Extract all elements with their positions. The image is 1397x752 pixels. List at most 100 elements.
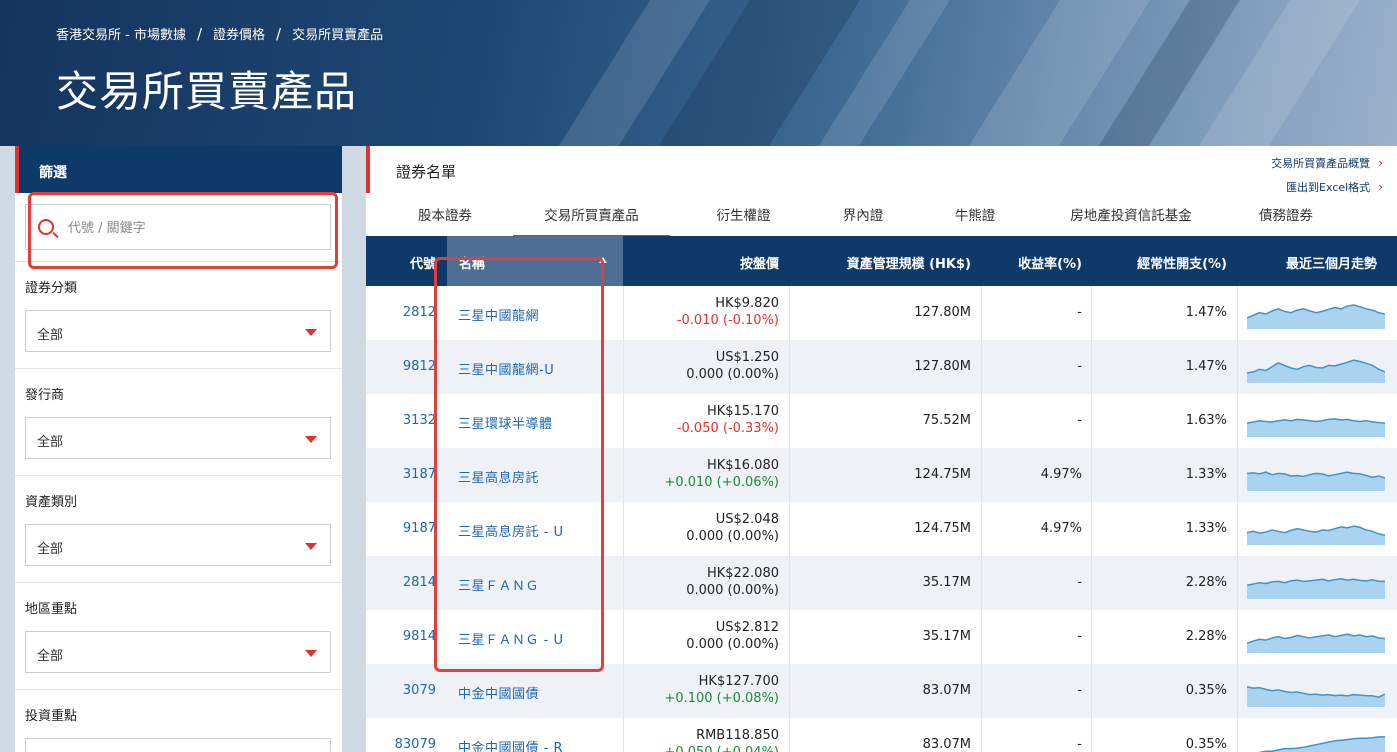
sort-asc-icon: [599, 257, 607, 263]
aum-value: 124.75M: [914, 467, 971, 482]
filter-label-investment-focus: 投資重點: [25, 709, 78, 724]
nominal-price: RMB118.850+0.050 (+0.04%): [664, 727, 779, 752]
tab-bar: 股本證券 交易所買賣產品 衍生權證 界內證 牛熊證 房地產投資信託基金 債務證券: [366, 202, 1397, 238]
column-divider: [789, 286, 790, 752]
security-name[interactable]: 中金中國國債 - R: [458, 737, 563, 752]
trend-sparkline: [1247, 359, 1385, 383]
security-code[interactable]: 3187: [403, 467, 436, 482]
table-row[interactable]: 9187 三星高息房託 - U US$2.048 0.000 (0.00%) 12…: [366, 502, 1397, 556]
nominal-price: HK$22.080 0.000 (0.00%): [686, 565, 779, 599]
tab-etp[interactable]: 交易所買賣產品: [513, 204, 670, 238]
investment-focus-select[interactable]: [25, 738, 331, 752]
tab-inline-warrants[interactable]: 界內證: [821, 204, 905, 238]
chevron-down-icon: [305, 543, 317, 550]
security-name[interactable]: 中金中國國債: [458, 683, 539, 702]
nominal-price: US$2.048 0.000 (0.00%): [686, 511, 779, 545]
search-input[interactable]: [68, 217, 318, 239]
table-row[interactable]: 3079 中金中國國債 HK$127.700 +0.100 (+0.08%) 83…: [366, 664, 1397, 718]
col-header-aum[interactable]: 資產管理規模 (HK$): [847, 253, 971, 272]
breadcrumb-item-prices[interactable]: 證券價格: [213, 28, 265, 43]
security-code[interactable]: 3132: [403, 413, 436, 428]
price-change: 0.000 (0.00%): [686, 583, 779, 598]
divider: [15, 475, 342, 476]
col-header-ongoing-charges[interactable]: 經常性開支(%): [1137, 253, 1227, 272]
nominal-price: HK$15.170 -0.050 (-0.33%): [677, 403, 779, 437]
issuer-select[interactable]: 全部: [25, 417, 331, 459]
trend-sparkline: [1258, 736, 1385, 752]
export-link-label: 匯出到Excel格式: [1286, 181, 1371, 194]
breadcrumb-item-market-data[interactable]: 香港交易所 - 市場數據: [56, 28, 186, 43]
nominal-price: HK$9.820 -0.010 (-0.10%): [677, 295, 779, 329]
export-excel-link[interactable]: 匯出到Excel格式 ›: [1286, 179, 1383, 195]
security-code[interactable]: 2812: [403, 305, 436, 320]
category-select[interactable]: 全部: [25, 310, 331, 352]
col-header-price[interactable]: 按盤價: [740, 253, 779, 272]
table-row[interactable]: 9812 三星中國龍網-U US$1.250 0.000 (0.00%) 127.…: [366, 340, 1397, 394]
search-icon: [38, 219, 54, 235]
price-change: +0.100 (+0.08%): [664, 691, 779, 706]
tab-cbbc[interactable]: 牛熊證: [929, 204, 1021, 238]
col-header-name[interactable]: 名稱: [459, 253, 485, 272]
aum-value: 127.80M: [914, 305, 971, 320]
divider: [15, 689, 342, 690]
col-header-code[interactable]: 代號: [410, 253, 436, 272]
ongoing-charge-value: 1.47%: [1185, 359, 1227, 374]
table-row[interactable]: 2812 三星中國龍網 HK$9.820 -0.010 (-0.10%) 127.…: [366, 286, 1397, 340]
region-select-value: 全部: [37, 649, 64, 664]
search-field[interactable]: [25, 204, 331, 250]
col-header-yield[interactable]: 收益率(%): [1018, 253, 1082, 272]
filter-label-asset-class: 資產類別: [25, 495, 78, 510]
divider: [15, 261, 342, 262]
aum-value: 75.52M: [922, 413, 971, 428]
tab-equities[interactable]: 股本證券: [396, 204, 494, 238]
asset-class-select-value: 全部: [37, 542, 64, 557]
security-code[interactable]: 3079: [403, 683, 436, 698]
security-code[interactable]: 9814: [403, 629, 436, 644]
security-code[interactable]: 9812: [403, 359, 436, 374]
table-row[interactable]: 2814 三星ＦＡＮＧ HK$22.080 0.000 (0.00%) 35.17…: [366, 556, 1397, 610]
security-code[interactable]: 9187: [403, 521, 436, 536]
region-select[interactable]: 全部: [25, 631, 331, 673]
ongoing-charge-value: 1.63%: [1185, 413, 1227, 428]
nominal-price: HK$127.700 +0.100 (+0.08%): [664, 673, 779, 707]
security-name[interactable]: 三星ＦＡＮＧ - U: [458, 629, 563, 648]
aum-value: 35.17M: [922, 629, 971, 644]
column-divider: [1237, 286, 1238, 752]
breadcrumb-item-current: 交易所買賣產品: [292, 28, 384, 43]
yield-value: -: [1077, 305, 1082, 320]
column-divider: [981, 286, 982, 752]
security-name[interactable]: 三星中國龍網: [458, 305, 539, 324]
column-divider: [1091, 286, 1092, 752]
aum-value: 83.07M: [922, 737, 971, 752]
yield-value: -: [1077, 683, 1082, 698]
yield-value: 4.97%: [1040, 467, 1082, 482]
trend-sparkline: [1247, 578, 1385, 599]
price-change: 0.000 (0.00%): [686, 367, 779, 382]
sparkline-area: [1247, 360, 1385, 383]
security-name[interactable]: 三星中國龍網-U: [458, 359, 554, 378]
tab-derivative-warrants[interactable]: 衍生權證: [686, 204, 801, 238]
price-value: HK$15.170: [706, 404, 779, 419]
table-row[interactable]: 83079 中金中國國債 - R RMB118.850+0.050 (+0.04…: [366, 718, 1397, 752]
security-code[interactable]: 2814: [403, 575, 436, 590]
yield-value: -: [1077, 737, 1082, 752]
trend-sparkline: [1247, 418, 1385, 437]
asset-class-select[interactable]: 全部: [25, 524, 331, 566]
table-row[interactable]: 3132 三星環球半導體 HK$15.170 -0.050 (-0.33%) 75…: [366, 394, 1397, 448]
price-change: -0.010 (-0.10%): [676, 313, 779, 328]
overview-link[interactable]: 交易所買賣產品概覽 ›: [1271, 155, 1383, 171]
security-name[interactable]: 三星高息房託: [458, 467, 539, 486]
security-name[interactable]: 三星ＦＡＮＧ: [458, 575, 539, 594]
price-value: RMB118.850: [696, 728, 779, 743]
trend-sparkline: [1247, 525, 1385, 545]
filter-label-region: 地區重點: [25, 602, 78, 617]
table-row[interactable]: 9814 三星ＦＡＮＧ - U US$2.812 0.000 (0.00%) 35…: [366, 610, 1397, 664]
price-value: US$2.812: [715, 620, 779, 635]
table-row[interactable]: 3187 三星高息房託 HK$16.080 +0.010 (+0.06%) 124…: [366, 448, 1397, 502]
security-name[interactable]: 三星高息房託 - U: [458, 521, 563, 540]
tab-reits[interactable]: 房地產投資信託基金: [1046, 204, 1216, 238]
ongoing-charge-value: 2.28%: [1185, 629, 1227, 644]
tab-debt-securities[interactable]: 債務證券: [1238, 204, 1334, 238]
security-name[interactable]: 三星環球半導體: [458, 413, 553, 432]
security-code[interactable]: 83079: [395, 737, 436, 752]
